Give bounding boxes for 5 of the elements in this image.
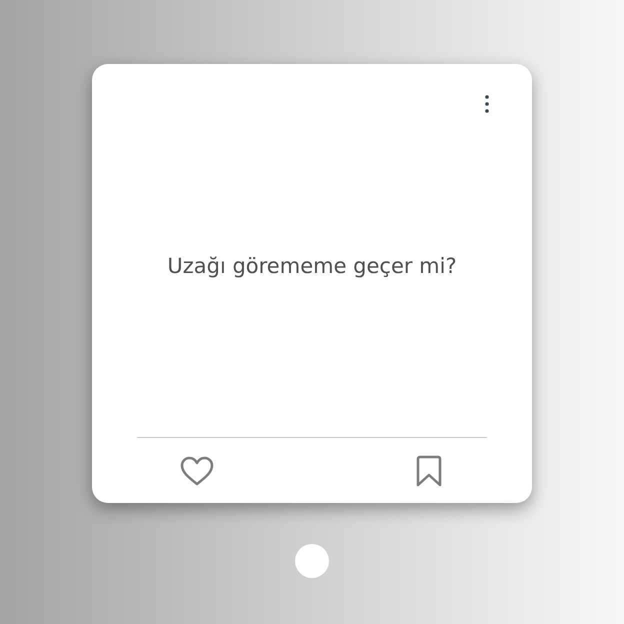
heart-icon[interactable] [180,456,214,486]
post-text: Uzağı görememe geçer mi? [167,254,457,278]
page-dot[interactable] [295,544,329,578]
more-menu-icon[interactable] [485,95,489,113]
bookmark-icon[interactable] [415,454,443,486]
